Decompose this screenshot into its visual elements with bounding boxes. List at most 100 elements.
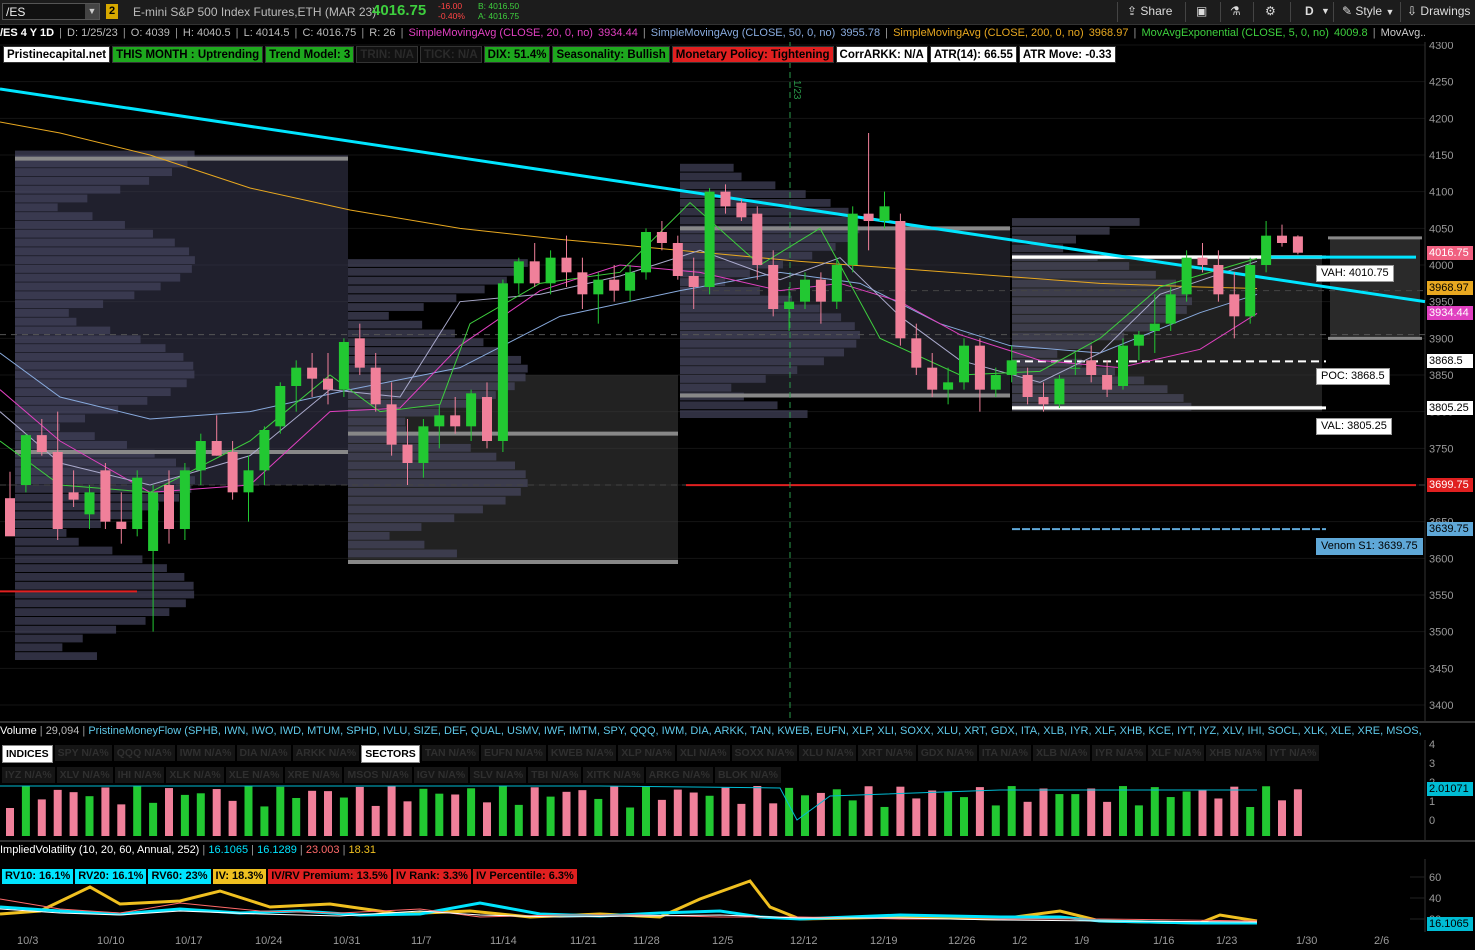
style-button[interactable]: ✎ Style ▼ bbox=[1342, 3, 1394, 21]
timeframe-button[interactable]: D bbox=[1305, 3, 1314, 20]
indicator-label: TRIN: N/A bbox=[356, 46, 418, 63]
x-tick-label: 1/30 bbox=[1296, 935, 1318, 947]
candle-body bbox=[1022, 375, 1033, 397]
profile-bar bbox=[15, 370, 195, 379]
x-tick-label: 11/7 bbox=[411, 935, 432, 947]
iv-axis-label: 60 bbox=[1429, 872, 1441, 884]
volume-bar bbox=[991, 805, 1000, 836]
profile-bar bbox=[15, 625, 117, 634]
profile-bar bbox=[15, 300, 104, 308]
volume-bar bbox=[578, 790, 587, 836]
volume-bar bbox=[228, 800, 237, 836]
gear-icon[interactable]: ⚙ bbox=[1265, 3, 1276, 20]
volume-bar bbox=[149, 802, 158, 836]
profile-bar bbox=[15, 265, 192, 273]
volume-bar bbox=[117, 804, 126, 836]
volume-bar bbox=[1134, 805, 1143, 836]
candle-body bbox=[52, 452, 63, 529]
candle-body bbox=[943, 382, 954, 390]
x-tick-label: 1/2 bbox=[1012, 935, 1028, 947]
separator bbox=[1185, 2, 1186, 22]
drawings-button[interactable]: ⇩ Drawings bbox=[1407, 3, 1470, 20]
share-icon: ⇪ bbox=[1127, 4, 1138, 18]
bar-date: D: 1/25/23 bbox=[67, 27, 118, 39]
chevron-down-icon[interactable]: ▼ bbox=[1321, 3, 1330, 20]
bar-range: R: 26 bbox=[369, 27, 396, 39]
sma50-label[interactable]: SimpleMovingAvg (CLOSE, 50, 0, no) bbox=[651, 27, 835, 39]
volume-bar bbox=[6, 808, 14, 836]
volume-bar bbox=[657, 799, 666, 836]
volume-bar bbox=[371, 805, 380, 836]
chevron-down-icon[interactable]: ▼ bbox=[85, 4, 99, 19]
candle-body bbox=[1006, 360, 1017, 375]
candle-body bbox=[291, 367, 302, 386]
volume-bar bbox=[1246, 806, 1255, 836]
candle-body bbox=[1292, 236, 1303, 253]
profile-bar bbox=[348, 487, 521, 496]
volume-header: Volume | 29,094 | PristineMoneyFlow (SPH… bbox=[0, 723, 1425, 740]
x-tick-label: 10/24 bbox=[255, 935, 283, 947]
profile-bar bbox=[15, 344, 166, 352]
iv-axis-label: 40 bbox=[1429, 893, 1441, 905]
x-tick-label: 12/26 bbox=[948, 935, 976, 947]
candle-body bbox=[513, 261, 524, 284]
money-flow-label[interactable]: PristineMoneyFlow (SPHB, IWN, IWO, IWD, … bbox=[88, 725, 1425, 737]
more-studies[interactable]: MovAvg... bbox=[1381, 27, 1425, 39]
study-header: /ES 4 Y 1D | D: 1/25/23 | O: 4039 | H: 4… bbox=[0, 24, 1425, 42]
candle-body bbox=[1165, 294, 1176, 324]
link-badge[interactable]: 2 bbox=[106, 4, 118, 19]
profile-bar bbox=[15, 643, 63, 652]
candle-body bbox=[450, 415, 461, 427]
profile-bar bbox=[680, 357, 824, 366]
volume-bar bbox=[133, 786, 142, 836]
x-tick-label: 2/6 bbox=[1374, 935, 1390, 947]
volume-bar bbox=[387, 786, 396, 836]
candle-body bbox=[959, 345, 969, 383]
profile-bar bbox=[1012, 332, 1125, 341]
bar-close: C: 4016.75 bbox=[302, 27, 357, 39]
indicator-label: Monetary Policy: Tightening bbox=[671, 46, 834, 63]
share-label: Share bbox=[1140, 4, 1173, 18]
volume-chart[interactable]: 43210 bbox=[0, 740, 1475, 840]
profile-bar bbox=[15, 564, 167, 572]
volume-bar bbox=[1182, 791, 1191, 836]
iv-title[interactable]: ImpliedVolatility (10, 20, 60, Annual, 2… bbox=[0, 844, 199, 856]
style-icon: ✎ bbox=[1342, 4, 1353, 18]
volume-bar bbox=[737, 803, 746, 836]
share-button[interactable]: ⇪ Share bbox=[1127, 3, 1172, 20]
profile-bar bbox=[15, 177, 150, 185]
price-chart[interactable]: 4300425042004150410040504000395039003850… bbox=[0, 42, 1475, 722]
profile-bar bbox=[1012, 306, 1187, 314]
candle-body bbox=[736, 202, 747, 218]
profile-bar bbox=[1012, 394, 1184, 402]
volume-bar bbox=[1166, 797, 1175, 836]
symbol-input[interactable]: /ES ▼ bbox=[2, 3, 100, 20]
x-tick-label: 10/3 bbox=[17, 935, 39, 947]
sma20-value: 3934.44 bbox=[598, 27, 638, 39]
candle-body bbox=[323, 378, 333, 390]
candle-body bbox=[800, 279, 810, 302]
sma50-value: 3955.78 bbox=[840, 27, 881, 39]
studies-flask-icon[interactable]: ⚗ bbox=[1230, 3, 1241, 20]
volume-bar bbox=[1150, 787, 1159, 836]
profile-bar bbox=[348, 479, 528, 487]
profile-bar bbox=[680, 313, 842, 322]
volume-bar bbox=[324, 791, 332, 836]
y-tick-label: 3750 bbox=[1429, 443, 1453, 455]
volume-bar bbox=[816, 792, 825, 836]
candle-body bbox=[831, 265, 842, 302]
sma20-label[interactable]: SimpleMovingAvg (CLOSE, 20, 0, no) bbox=[409, 27, 593, 39]
candle-body bbox=[1261, 235, 1272, 265]
iv-chart[interactable]: 604020 bbox=[0, 859, 1475, 932]
volume-bar bbox=[244, 786, 253, 836]
candle-body bbox=[1038, 397, 1049, 405]
volume-bar bbox=[594, 798, 603, 836]
candle-body bbox=[227, 452, 238, 493]
snapshot-icon[interactable]: ▣ bbox=[1196, 3, 1207, 20]
profile-bar bbox=[680, 366, 798, 374]
sma200-label[interactable]: SimpleMovingAvg (CLOSE, 200, 0, no) bbox=[893, 27, 1084, 39]
indicator-label: ATR(14): 66.55 bbox=[929, 46, 1017, 63]
ema5-label[interactable]: MovAvgExponential (CLOSE, 5, 0, no) bbox=[1141, 27, 1329, 39]
volume-bar bbox=[928, 790, 937, 836]
profile-bar bbox=[1012, 262, 1130, 270]
